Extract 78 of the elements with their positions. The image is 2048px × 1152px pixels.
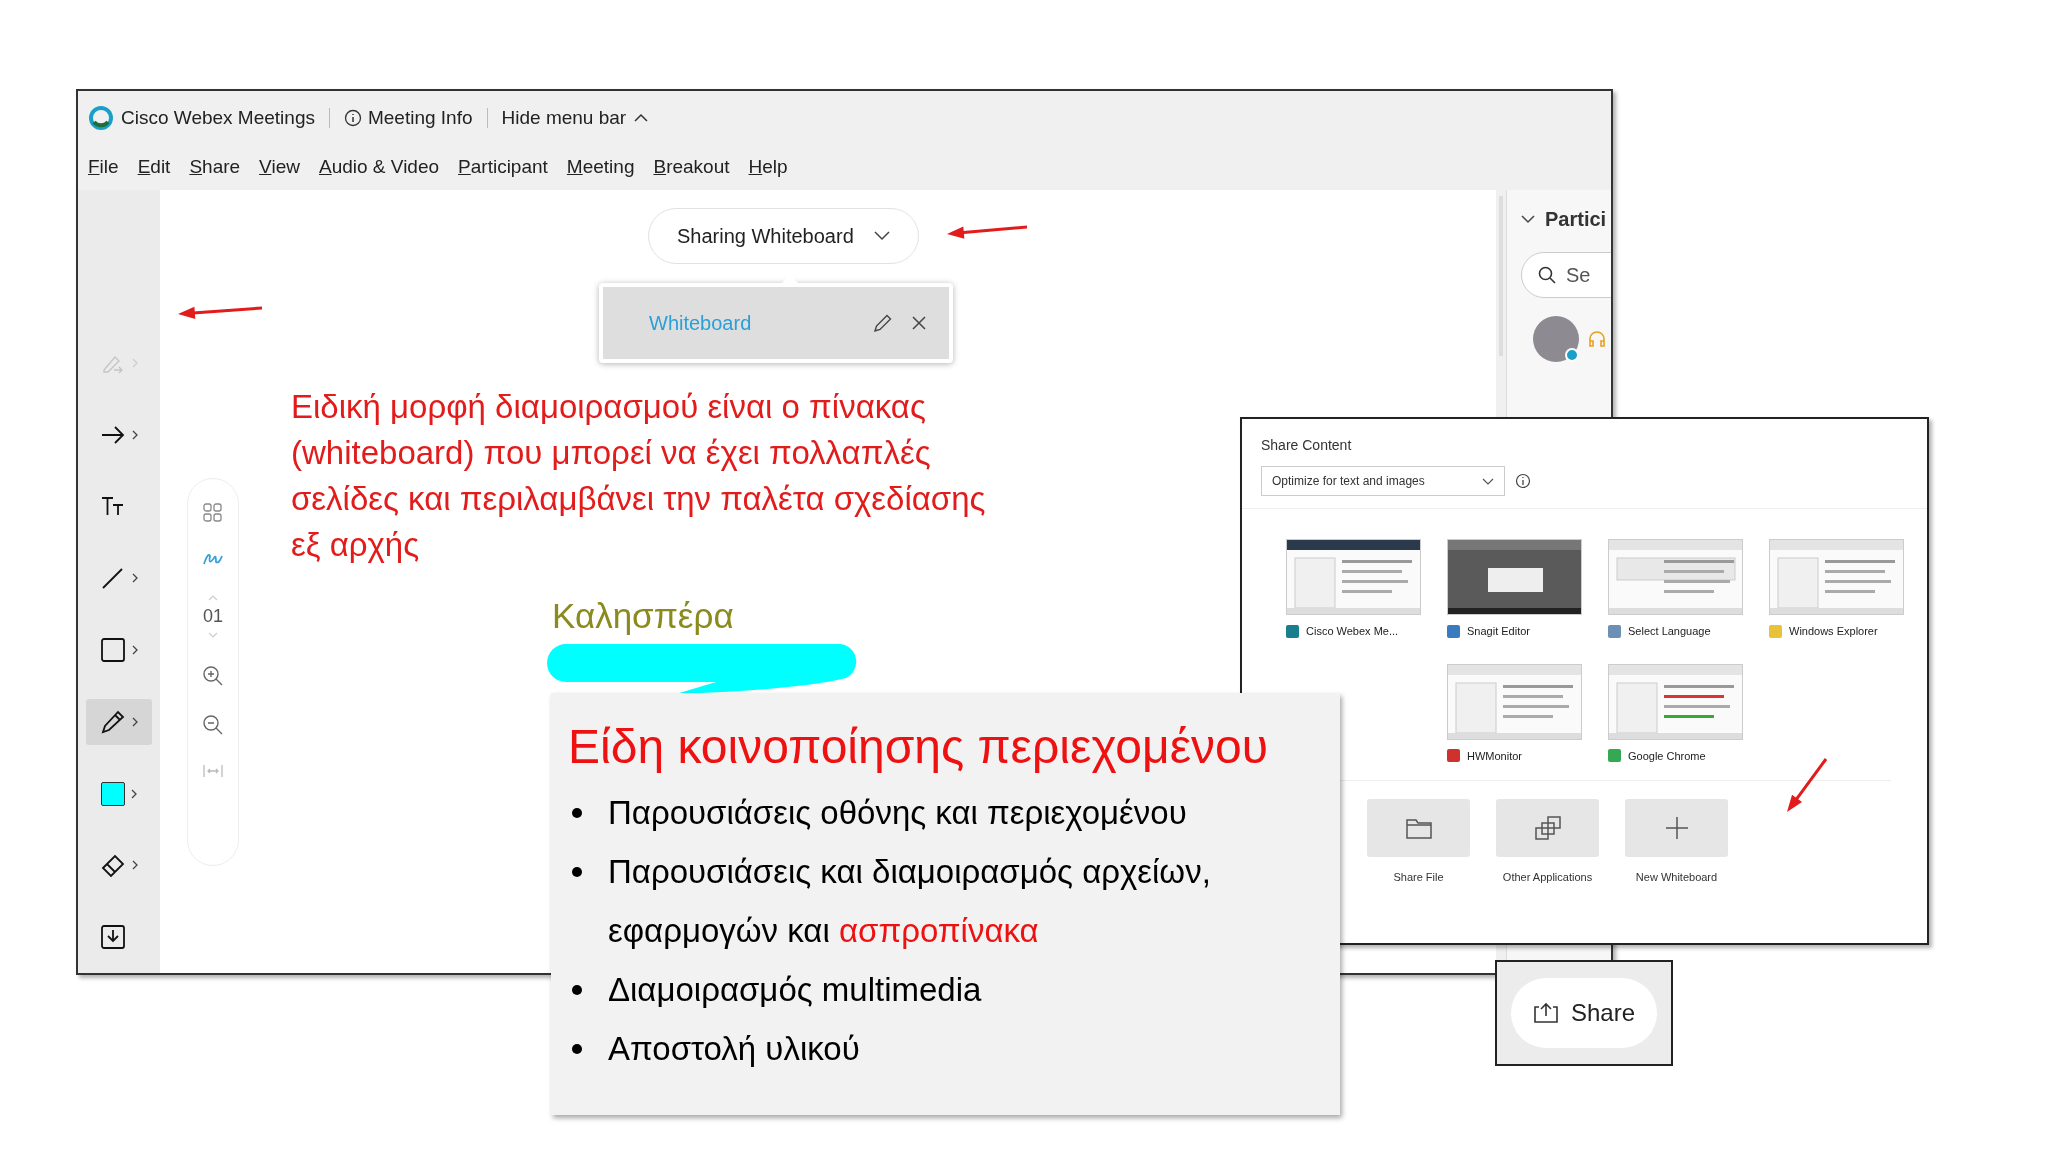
whiteboard-label: Whiteboard — [649, 311, 753, 336]
info-icon — [343, 109, 362, 127]
zoom-out-icon[interactable] — [202, 714, 224, 736]
plus-icon — [1663, 815, 1690, 841]
search-icon — [1538, 266, 1556, 284]
app-label: Cisco Webex Me... — [1306, 624, 1399, 639]
chevron-down-icon — [873, 231, 890, 241]
app-label: Snagit Editor — [1467, 624, 1530, 639]
share-option-label: New Whiteboard — [1635, 870, 1718, 885]
webex-logo-icon — [89, 106, 113, 130]
grid-icon[interactable] — [203, 503, 223, 523]
share-option-label: Other Applications — [1502, 870, 1593, 885]
app-title: Cisco Webex Meetings — [121, 105, 315, 130]
search-placeholder: Se — [1566, 263, 1591, 288]
bullet-text: Αποστολή υλικού — [608, 1029, 860, 1069]
search-field[interactable]: Se — [1521, 252, 1611, 298]
chevron-down-icon[interactable] — [1521, 214, 1535, 224]
bullet-text: Διαμοιρασμός multimedia — [608, 970, 982, 1010]
close-icon[interactable] — [911, 315, 927, 331]
zoom-in-icon[interactable] — [202, 665, 224, 687]
chevron-right-icon — [132, 716, 138, 727]
share-option-label: Share File — [1393, 870, 1444, 885]
bullet-icon — [572, 808, 582, 818]
sharing-dropdown[interactable]: Sharing Whiteboard — [648, 208, 919, 264]
menu-item[interactable]: Breakout — [653, 153, 730, 182]
pencil-icon[interactable] — [873, 313, 893, 333]
menu-item[interactable]: Participant — [458, 153, 548, 182]
bullet-icon — [572, 867, 582, 877]
annotation-text: Ειδική μορφή διαμοιρασμού είναι ο πίνακας (whiteboard) που μπορεί να έχει πολλαπλές σελίδες και περιλαμβάνει την παλέτα σχεδίασης εξ αρχής — [291, 387, 986, 565]
hide-menu-bar-button[interactable]: Hide menu bar — [501, 103, 649, 133]
menu-item[interactable]: Share — [189, 153, 241, 182]
share-option-button[interactable] — [1367, 799, 1470, 857]
chevron-right-icon — [131, 788, 137, 799]
arrow-icon — [1787, 758, 1828, 812]
panel-title: Partici — [1545, 207, 1607, 232]
chevron-right-icon — [132, 645, 138, 655]
app-tile[interactable]: Google Chrome — [1608, 663, 1743, 764]
share-button[interactable]: Share — [1510, 978, 1657, 1048]
menu-item[interactable]: View — [259, 153, 300, 182]
menu-item[interactable]: Meeting — [566, 153, 635, 182]
menu-item[interactable]: File — [88, 153, 119, 182]
folder-icon — [1404, 816, 1433, 840]
bullet-text: Παρουσιάσεις οθόνης και περιεχομένου — [608, 793, 1187, 833]
share-option-button[interactable] — [1496, 799, 1599, 857]
upload-icon — [1532, 1002, 1559, 1024]
app-label: Google Chrome — [1628, 748, 1706, 764]
bullet-icon — [572, 985, 582, 995]
app-label: Select Language — [1628, 624, 1711, 639]
greeting-text: Καλησπέρα — [552, 595, 734, 637]
info-icon[interactable] — [1515, 473, 1531, 489]
arrow-icon — [947, 225, 1028, 239]
headset-icon — [1587, 329, 1607, 349]
menu-item[interactable]: Help — [748, 153, 788, 182]
app-tile[interactable]: Snagit Editor — [1447, 539, 1582, 640]
app-tile[interactable]: HWMonitor — [1447, 663, 1582, 764]
bullet-icon — [572, 1044, 582, 1054]
app-label: Windows Explorer — [1789, 624, 1878, 639]
bullet-text: Παρουσιάσεις και διαμοιρασμός αρχείων, εφαρμογών και ασπροπίνακα — [608, 852, 1212, 951]
page-number: 01 — [203, 605, 223, 628]
chevron-down-icon — [1482, 477, 1494, 485]
chevron-right-icon — [132, 860, 138, 871]
chevron-up-icon — [634, 113, 649, 123]
chevron-right-icon — [132, 573, 138, 584]
chevron-right-icon — [132, 429, 138, 440]
windows-stack-icon — [1533, 814, 1562, 842]
app-label: HWMonitor — [1467, 748, 1522, 764]
tool-button[interactable] — [86, 698, 152, 745]
menu-item[interactable]: Audio & Video — [318, 153, 440, 182]
app-tile[interactable]: Cisco Webex Me... — [1286, 539, 1421, 640]
window-title: Share Content — [1261, 436, 1353, 455]
app-tile[interactable]: Select Language — [1608, 539, 1743, 640]
arrow-icon — [178, 306, 263, 319]
app-tile[interactable]: Windows Explorer — [1769, 539, 1904, 640]
menu-item[interactable]: Edit — [137, 153, 171, 182]
summary-title: Είδη κοινοποίησης περιεχομένου — [568, 719, 1269, 775]
chevron-right-icon — [132, 357, 138, 368]
optimize-dropdown[interactable]: Optimize for text and images — [1261, 466, 1505, 496]
meeting-info-button[interactable]: Meeting Info — [343, 103, 473, 133]
